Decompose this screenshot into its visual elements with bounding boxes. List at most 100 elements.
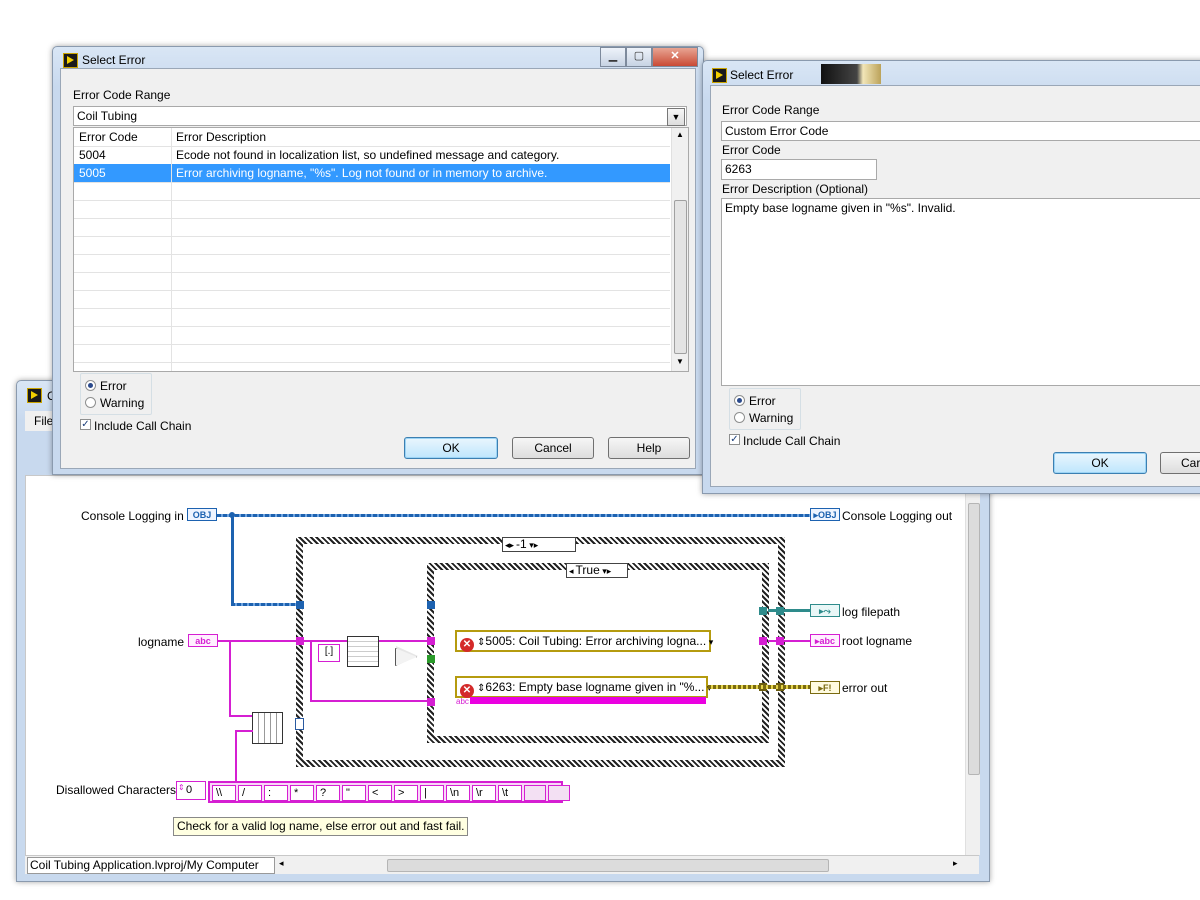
table-row[interactable]: 5005 Error archiving logname, "%s". Log n… [74,164,670,183]
d2-radio-error[interactable] [734,395,745,406]
d2-radio-warning-label: Warning [749,411,794,425]
array-element[interactable]: \\ [212,785,236,801]
wire-inner-2[interactable] [378,640,429,642]
d1-range-dropdown[interactable]: Coil Tubing ▼ [73,106,687,126]
error-out-wire[interactable] [708,685,813,689]
close-button[interactable]: ✕ [652,47,698,67]
console-in-terminal[interactable]: OBJ [187,508,217,521]
logname-wire-to-check[interactable] [229,715,253,717]
outer-case-selector[interactable]: ◂▸ -1 ▾▸ [502,537,576,552]
d1-radio-warning-label: Warning [100,396,145,410]
error-constant-5005[interactable]: ✕ ⇕5005: Coil Tubing: Error archiving log… [455,630,713,652]
inner-case-structure[interactable] [427,563,769,743]
array-wire-right[interactable] [235,730,253,732]
table-row[interactable] [74,290,670,309]
menu-file[interactable]: File [34,414,53,428]
array-element[interactable]: | [420,785,444,801]
console-out-terminal[interactable]: ▸OBJ [810,508,840,521]
tunnel-blue-outer [296,601,304,609]
error-out-terminal[interactable]: ▸F! [810,681,840,694]
d2-range-field[interactable]: Custom Error Code [721,121,1200,141]
filepath-wire[interactable] [768,609,813,612]
d1-radio-error[interactable] [85,380,96,391]
col-error-desc[interactable]: Error Description [176,128,266,146]
table-row[interactable] [74,326,670,345]
wire-inner-3[interactable] [310,640,312,701]
check-logname-subvi[interactable] [252,712,283,744]
col-divider [171,128,172,371]
array-element[interactable]: > [394,785,418,801]
error-x-icon-2: ✕ [460,684,474,698]
format-string-wire [470,697,706,704]
disallowed-array[interactable]: \\ /: *? " < > | \n \r \t [208,781,570,803]
array-element[interactable]: \r [472,785,496,801]
console-in-label: Console Logging in [81,509,184,523]
d1-ok-button[interactable]: OK [404,437,498,459]
d1-cancel-button[interactable]: Cancel [512,437,594,459]
abc-tag: abc [195,636,211,646]
diagram-comment[interactable]: Check for a valid log name, else error o… [173,817,469,836]
diagram-vscrollbar[interactable] [965,475,980,855]
hscroll-right-icon[interactable]: ▸ [953,858,958,869]
d1-table-scrollbar[interactable]: ▲ ▼ [671,128,688,371]
tunnel-teal-out-1 [759,607,767,615]
root-logname-terminal[interactable]: ▸abc [810,634,840,647]
scroll-down-icon[interactable]: ▼ [676,357,684,366]
root-logname-wire[interactable] [768,640,813,642]
array-element[interactable]: \n [446,785,470,801]
scroll-up-icon[interactable]: ▲ [676,130,684,139]
taskbar-thumb [821,64,881,84]
hscroll-left-icon[interactable]: ◂ [279,858,284,869]
scroll-thumb[interactable] [674,200,687,354]
logname-terminal[interactable]: abc [188,634,218,647]
array-element[interactable]: \t [498,785,522,801]
array-element[interactable]: ? [316,785,340,801]
string-replace-subvi[interactable] [347,636,379,667]
table-row[interactable] [74,254,670,273]
table-row[interactable] [74,308,670,327]
d1-radio-warning[interactable] [85,397,96,408]
array-index[interactable]: ⇕ 0 [176,781,206,800]
inner-case-value: True [575,563,600,577]
table-row[interactable] [74,182,670,201]
console-wire-top[interactable] [217,514,813,517]
table-row[interactable] [74,218,670,237]
table-row[interactable] [74,272,670,291]
console-wire-down[interactable] [231,516,234,605]
bracket-constant[interactable]: [.] [318,644,340,662]
table-row[interactable] [74,236,670,255]
table-row[interactable] [74,344,670,363]
array-wire-up[interactable] [235,730,237,782]
array-element[interactable]: " [342,785,366,801]
array-element[interactable]: < [368,785,392,801]
array-element-empty[interactable] [524,785,546,801]
error-constant-6263[interactable]: ✕ ⇕6263: Empty base logname given in "%..… [455,676,711,698]
logname-wire-down[interactable] [229,640,231,716]
wire-inner-4[interactable] [310,700,429,702]
minimize-button[interactable]: ▁ [600,47,626,67]
labview-icon-d2 [712,68,727,83]
array-element[interactable]: * [290,785,314,801]
log-filepath-terminal[interactable]: ▸⤳ [810,604,840,617]
d2-ok-button[interactable]: OK [1053,452,1147,474]
vscroll-thumb[interactable] [968,503,980,775]
array-element-empty[interactable] [548,785,570,801]
maximize-button[interactable]: ▢ [626,47,652,67]
hscroll-thumb[interactable] [387,859,829,872]
array-element[interactable]: / [238,785,262,801]
d2-code-field[interactable]: 6263 [721,159,877,180]
d2-cancel-button[interactable]: Car [1160,452,1200,474]
d1-call-chain-checkbox[interactable]: ✓ [80,419,91,430]
dropdown-arrow-icon[interactable]: ▼ [667,108,685,126]
d1-error-table[interactable]: Error Code Error Description 5004 Ecode n… [73,127,689,372]
d2-desc-field[interactable]: Empty base logname given in "%s". Invali… [721,198,1200,386]
table-row[interactable]: 5004 Ecode not found in localization list… [74,146,670,165]
d2-radio-warning[interactable] [734,412,745,423]
d1-help-button[interactable]: Help [608,437,690,459]
table-row[interactable] [74,200,670,219]
col-error-code[interactable]: Error Code [79,128,138,146]
d2-call-chain-checkbox[interactable]: ✓ [729,434,740,445]
array-element[interactable]: : [264,785,288,801]
d2-code-label: Error Code [722,143,781,157]
inner-case-selector[interactable]: ◂ True ▾▸ [566,563,628,578]
